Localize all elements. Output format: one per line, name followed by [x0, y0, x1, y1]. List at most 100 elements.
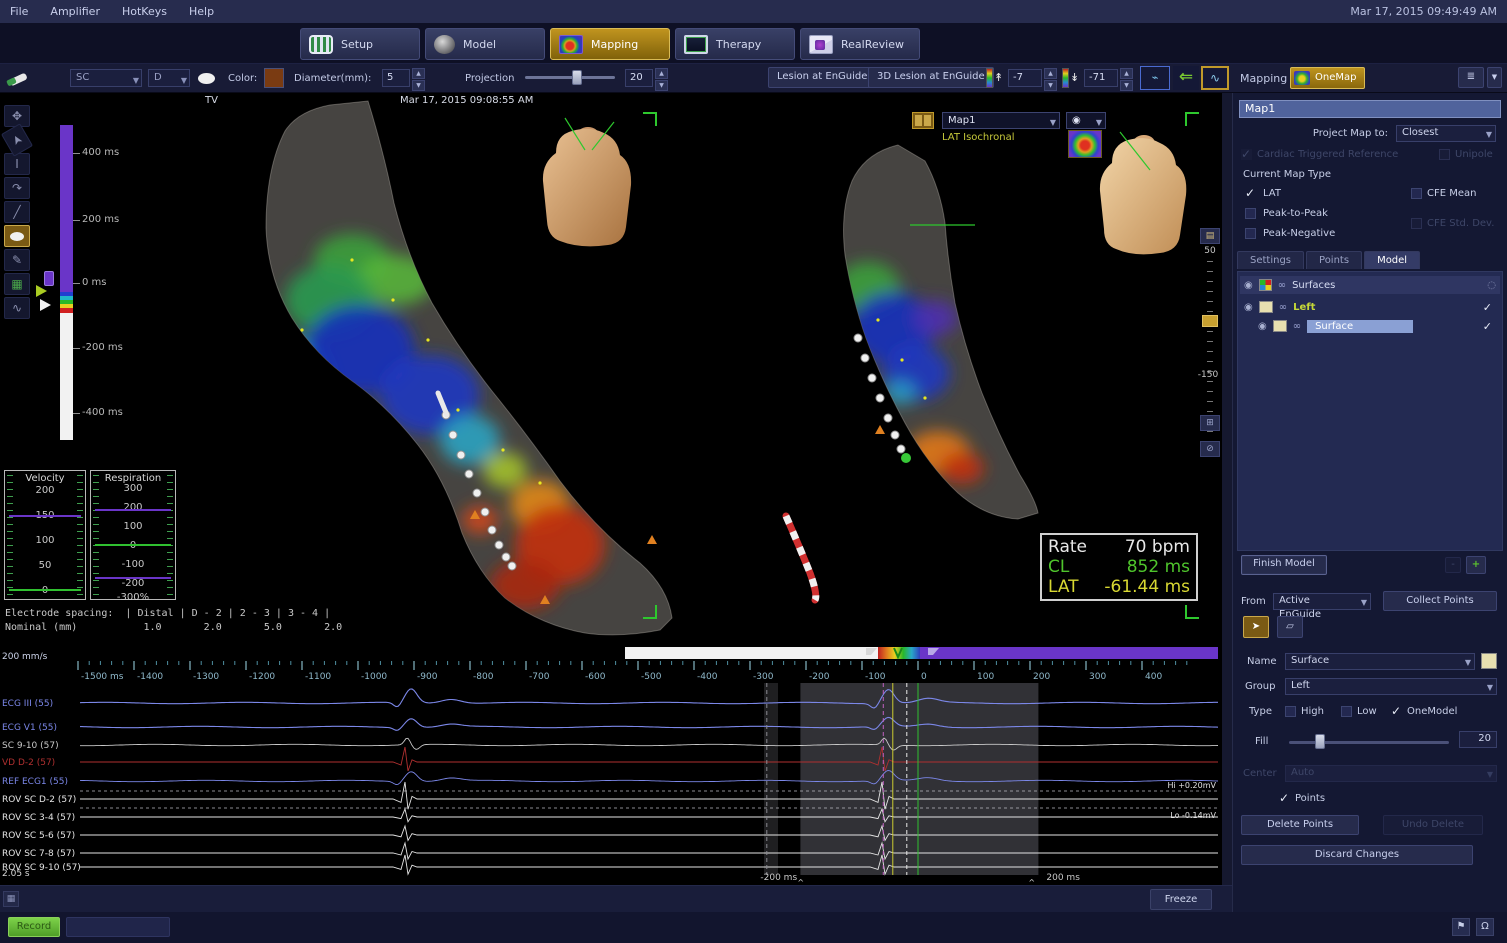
map-thumbnail[interactable] [1068, 130, 1102, 158]
link-icon[interactable]: ∞ [1278, 280, 1286, 291]
3d-viewport[interactable]: TV Mar 17, 2015 09:08:55 AM ✥➤Ι↷╱✎▦∿ 400… [0, 93, 1222, 645]
spinner-up-icon[interactable]: ▲ [1120, 68, 1133, 79]
type-onemodel-checkbox[interactable]: ✓ [1391, 706, 1402, 717]
menu-file[interactable]: File [10, 5, 28, 18]
select-arrow-tool[interactable]: ➤ [1243, 616, 1269, 638]
ibeam-tool[interactable]: Ι [4, 153, 30, 175]
pencil-tool[interactable]: ✎ [4, 249, 30, 271]
list-view-icon[interactable]: ≣ [1458, 67, 1484, 88]
eye-icon[interactable]: ◉ [1258, 321, 1267, 332]
grid-toggle-icon[interactable]: ▦ [3, 891, 19, 907]
menu-amplifier[interactable]: Amplifier [50, 5, 100, 18]
color-mode-icon[interactable] [1259, 279, 1272, 291]
record-button[interactable]: Record [8, 917, 60, 937]
onemap-button[interactable]: OneMap [1290, 67, 1365, 89]
finish-model-button[interactable]: Finish Model [1241, 555, 1327, 575]
surface-name-select[interactable]: Surface▼ [1285, 653, 1475, 670]
visible-check-icon[interactable]: ✓ [1483, 320, 1492, 333]
flag-icon[interactable]: ⚑ [1452, 918, 1470, 936]
spinner-down-icon[interactable]: ▼ [1120, 80, 1133, 91]
waveform-window-icon[interactable]: ∿ [1201, 66, 1229, 90]
peak-negative-checkbox[interactable] [1245, 228, 1256, 239]
fill-slider-track[interactable] [1289, 741, 1449, 744]
scale-upper-handle[interactable] [44, 271, 54, 286]
type-low-checkbox[interactable] [1341, 706, 1352, 717]
catheter-select[interactable]: SC▼ [70, 69, 142, 87]
electrode-select[interactable]: D▼ [148, 69, 190, 87]
surface-color-swatch[interactable] [1259, 301, 1273, 313]
panel-menu-chevron-icon[interactable]: ▼ [1487, 67, 1502, 88]
visible-check-icon[interactable]: ✓ [1483, 301, 1492, 314]
map-select[interactable]: Map1▼ [942, 112, 1060, 129]
spinner-down-icon[interactable]: ▼ [1044, 80, 1057, 91]
project-map-select[interactable]: Closest▼ [1396, 125, 1496, 142]
panel-tab-model[interactable]: Model [1364, 251, 1420, 269]
iso-upper-value[interactable]: -7 [1008, 69, 1042, 87]
cfe-std-checkbox[interactable] [1411, 218, 1422, 229]
points-checkbox[interactable]: ✓ [1279, 793, 1290, 804]
link-icon[interactable]: ∞ [1279, 302, 1287, 313]
catheter-tool[interactable]: ∿ [4, 297, 30, 319]
spinner-up-icon[interactable]: ▲ [655, 68, 668, 79]
eye-icon[interactable]: ◉ [1244, 280, 1253, 291]
split-view-waveform-icon[interactable]: ⌁ [1140, 66, 1170, 90]
spinner-down-icon[interactable]: ▼ [655, 80, 668, 91]
back-arrow-icon[interactable]: ⇐ [1173, 66, 1199, 90]
polygon-select-tool[interactable]: ▱ [1277, 616, 1303, 638]
map-name-field[interactable]: Map1 [1239, 100, 1501, 118]
tree-row[interactable]: ◉∞Surface✓ [1254, 317, 1496, 335]
tab-mapping[interactable]: Mapping [550, 28, 670, 60]
projection-value[interactable]: 20 [625, 69, 653, 87]
remove-surface-button[interactable]: - [1445, 557, 1461, 573]
tab-therapy[interactable]: Therapy [675, 28, 795, 60]
pin-icon[interactable]: ◌ [1487, 280, 1496, 291]
menu-help[interactable]: Help [189, 5, 214, 18]
map-visibility-select[interactable]: ◉▼ [1066, 112, 1106, 129]
collect-points-button[interactable]: Collect Points [1383, 591, 1497, 611]
iso-lower-value[interactable]: -71 [1084, 69, 1118, 87]
link-icon[interactable]: ∞ [1293, 321, 1301, 332]
diameter-value[interactable]: 5 [382, 69, 410, 87]
scale-zero-marker[interactable] [36, 285, 47, 297]
projection-slider-track[interactable] [525, 76, 615, 79]
fill-slider-handle[interactable] [1315, 734, 1325, 749]
panel-tab-points[interactable]: Points [1306, 251, 1362, 269]
iso-upper-spinner[interactable]: ▲▼ [1044, 68, 1057, 88]
peak-to-peak-checkbox[interactable] [1245, 208, 1256, 219]
ellipse-style-icon[interactable] [198, 73, 215, 84]
undo-delete-button[interactable]: Undo Delete [1383, 815, 1483, 835]
tree-row[interactable]: ◉∞Left✓ [1240, 298, 1496, 316]
tab-setup[interactable]: Setup [300, 28, 420, 60]
segment-name-field[interactable] [66, 917, 170, 937]
dual-view-icon[interactable] [912, 112, 934, 129]
center-select[interactable]: Auto▼ [1285, 765, 1497, 782]
line-tool[interactable]: ╱ [4, 201, 30, 223]
rotate-tool[interactable]: ↷ [4, 177, 30, 199]
freeze-button[interactable]: Freeze [1150, 889, 1212, 910]
fill-value[interactable]: 20 [1459, 731, 1497, 748]
zoom-scale-handle[interactable] [1202, 315, 1218, 327]
type-high-checkbox[interactable] [1285, 706, 1296, 717]
from-select[interactable]: Active EnGuide▼ [1273, 593, 1371, 610]
scale-lower-handle[interactable] [40, 299, 51, 311]
panel-tab-settings[interactable]: Settings [1237, 251, 1304, 269]
panel-divider[interactable] [1222, 93, 1232, 885]
add-surface-button[interactable]: + [1466, 556, 1486, 574]
spinner-up-icon[interactable]: ▲ [412, 68, 425, 79]
headset-icon[interactable]: Ω [1476, 918, 1494, 936]
color-swatch[interactable] [264, 68, 284, 88]
waveform-display[interactable]: -1500 ms-1400-1300-1200-1100-1000-900-80… [0, 645, 1222, 885]
tab-realreview[interactable]: RealReview [800, 28, 920, 60]
lock-icon[interactable]: ⊘ [1200, 441, 1220, 457]
catheter-icon[interactable] [5, 67, 31, 89]
spinner-down-icon[interactable]: ▼ [412, 80, 425, 91]
spinner-up-icon[interactable]: ▲ [1044, 68, 1057, 79]
delete-points-button[interactable]: Delete Points [1241, 815, 1359, 835]
unipole-checkbox[interactable] [1439, 149, 1450, 160]
cardiac-ref-checkbox[interactable]: ✓ [1241, 149, 1252, 160]
waveform-panel[interactable]: -1500 ms-1400-1300-1200-1100-1000-900-80… [0, 645, 1222, 885]
grid-tool[interactable]: ▦ [4, 273, 30, 295]
ellipse-tool[interactable] [4, 225, 30, 247]
iso-lower-spinner[interactable]: ▲▼ [1120, 68, 1133, 88]
projection-slider-handle[interactable] [572, 70, 582, 85]
